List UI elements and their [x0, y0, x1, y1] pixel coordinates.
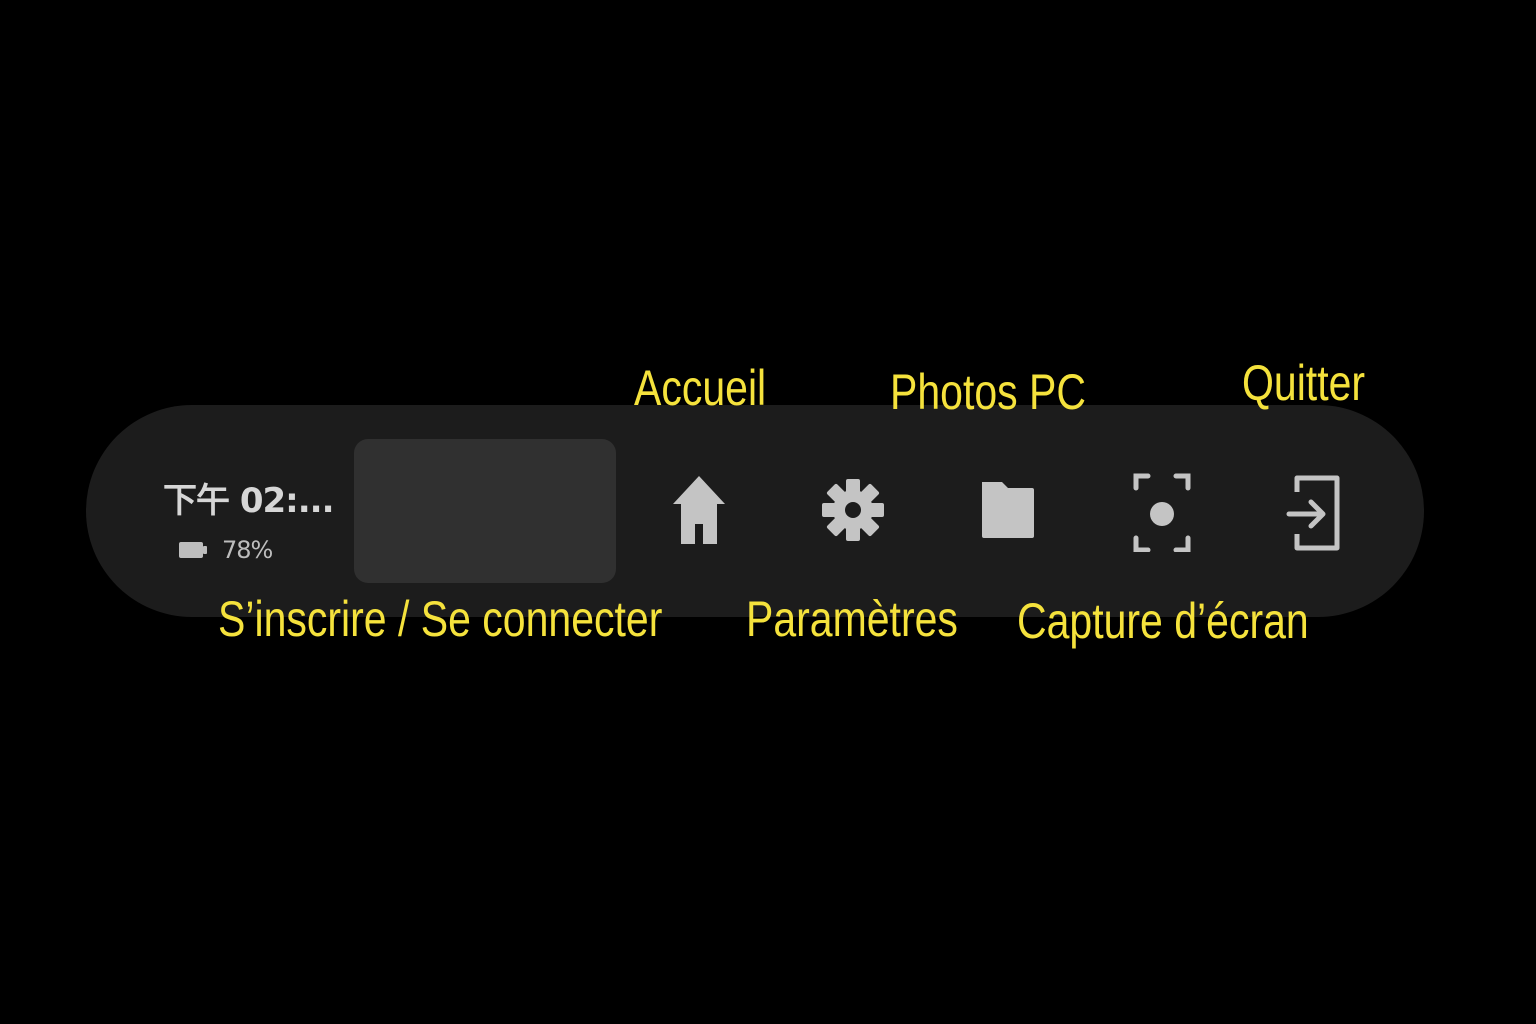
screen: 下午 02:... 78% S’inscrire / Se connecter …: [0, 0, 1536, 1024]
home-callout: Accueil: [634, 360, 767, 416]
quit-button[interactable]: [1271, 462, 1355, 558]
status-area: 下午 02:... 78%: [163, 473, 334, 573]
screenshot-callout: Capture d’écran: [1017, 593, 1309, 649]
home-button[interactable]: [657, 462, 741, 558]
battery-percentage: 78%: [222, 536, 273, 564]
battery-icon: [179, 542, 207, 558]
sign-in-callout: S’inscrire / Se connecter: [218, 591, 663, 647]
settings-button[interactable]: [811, 462, 895, 558]
sign-in-button[interactable]: [354, 439, 616, 583]
screenshot-icon: [1133, 473, 1191, 552]
settings-callout: Paramètres: [746, 591, 958, 647]
home-icon: [673, 476, 725, 544]
gear-icon: [822, 479, 884, 541]
screenshot-button[interactable]: [1120, 462, 1204, 558]
folder-icon: [982, 482, 1034, 538]
pc-photos-button[interactable]: [966, 462, 1050, 558]
quit-callout: Quitter: [1242, 355, 1366, 411]
pc-photos-callout: Photos PC: [890, 364, 1086, 420]
exit-icon: [1286, 475, 1340, 551]
clock-time: 下午 02:...: [163, 481, 334, 521]
battery-status: 78%: [178, 536, 273, 564]
